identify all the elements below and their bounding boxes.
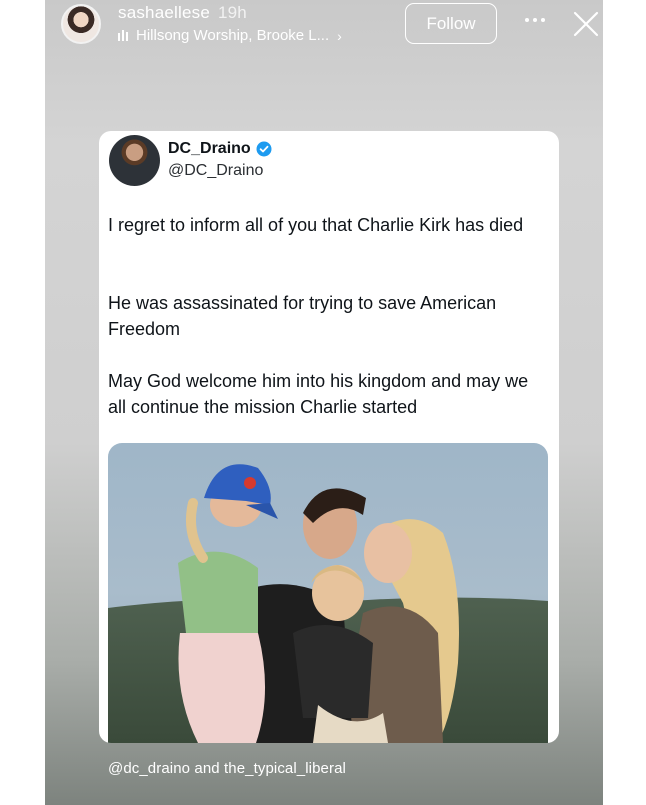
verified-badge-icon xyxy=(256,141,272,157)
tweet-paragraph: May God welcome him into his kingdom and… xyxy=(108,371,529,417)
more-dots-icon[interactable] xyxy=(523,14,547,26)
tweet-paragraph: I regret to inform all of you that Charl… xyxy=(108,215,524,235)
tweet-author-name: DC_Draino xyxy=(168,140,272,158)
audio-bars-icon xyxy=(118,30,128,41)
story-author[interactable]: sashaellese 19h xyxy=(118,3,247,23)
tweet-handle: @DC_Draino xyxy=(168,162,264,179)
close-icon[interactable] xyxy=(571,9,601,39)
story-time: 19h xyxy=(217,3,247,22)
story-viewer: sashaellese 19h Hillsong Worship, Brooke … xyxy=(45,0,603,805)
mention-link[interactable]: the_typical_liberal xyxy=(224,760,346,777)
chevron-right-icon: › xyxy=(337,27,342,44)
story-author-avatar[interactable] xyxy=(61,4,101,44)
follow-button[interactable]: Follow xyxy=(405,3,497,44)
tweet-display-name: DC_Draino xyxy=(168,140,251,157)
tweet-author-avatar xyxy=(109,135,160,186)
tweet-paragraph: He was assassinated for trying to save A… xyxy=(108,293,497,339)
mention-link[interactable]: @dc_draino xyxy=(108,760,190,777)
story-username[interactable]: sashaellese xyxy=(118,3,210,22)
tweet-card: DC_Draino @DC_Draino I regret to inform … xyxy=(99,131,559,743)
story-mentions: @dc_draino and the_typical_liberal xyxy=(108,760,346,777)
music-title: Hillsong Worship, Brooke L... xyxy=(136,27,330,44)
mention-joiner: and xyxy=(194,760,220,777)
story-music[interactable]: Hillsong Worship, Brooke L... › xyxy=(118,27,342,44)
tweet-photo xyxy=(108,443,548,743)
